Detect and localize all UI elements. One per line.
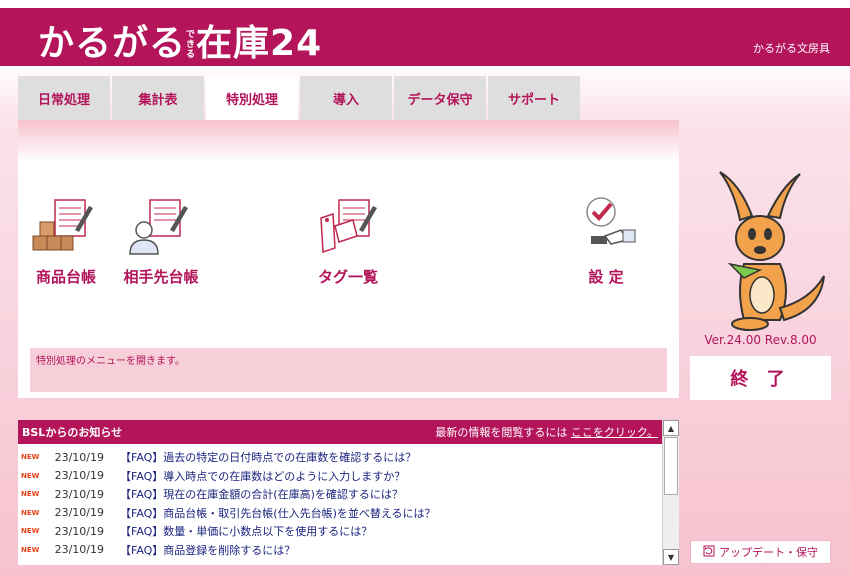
news-header: BSLからのお知らせ 最新の情報を閲覧するには ここをクリック。 [18, 420, 662, 444]
new-badge: NEW [21, 453, 40, 462]
scroll-thumb[interactable] [664, 437, 678, 495]
update-label: アップデート・保守 [719, 546, 818, 559]
news-scrollbar[interactable]: ▲ ▼ [662, 420, 679, 565]
tab-special[interactable]: 特別処理 [206, 76, 298, 120]
news-date: 23/10/19 [54, 524, 104, 538]
update-icon [703, 545, 715, 560]
status-message: 特別処理のメニューを開きます。 [30, 348, 667, 392]
logo-suffix: 在庫24 [196, 23, 323, 64]
menu-settings-label: 設 定 [588, 268, 624, 286]
news-title-link[interactable]: 【FAQ】導入時点での在庫数はどのように入力しますか？ [120, 468, 405, 484]
scroll-down-icon[interactable]: ▼ [663, 549, 679, 565]
news-item[interactable]: NEW 23/10/19 【FAQ】商品登録を削除するには？ [18, 541, 662, 560]
news-note: 最新の情報を閲覧するには ここをクリック。 [435, 424, 658, 440]
news-item[interactable]: NEW 23/10/19 【FAQ】現在の在庫金額の合計(在庫高)を確認するには… [18, 485, 662, 504]
version-label: Ver.24.00 Rev.8.00 [704, 333, 817, 347]
menu-partner-ledger-label: 相手先台帳 [123, 268, 199, 286]
menu-settings[interactable]: 設 定 [566, 196, 646, 287]
news-title-link[interactable]: 【FAQ】数量・単価に小数点以下を使用するには？ [120, 523, 372, 539]
exit-button[interactable]: 終 了 [690, 356, 831, 400]
tab-daily[interactable]: 日常処理 [18, 76, 110, 120]
news-title-link[interactable]: 【FAQ】商品登録を削除するには？ [120, 542, 295, 558]
app-header: かるがるできる在庫24 かるがる文房具 [0, 0, 850, 66]
news-item[interactable]: NEW 23/10/19 【FAQ】過去の特定の日付時点での在庫数を確認するには… [18, 448, 662, 467]
news-date: 23/10/19 [54, 543, 104, 557]
new-badge: NEW [21, 471, 40, 480]
update-maintenance-button[interactable]: アップデート・保守 [690, 540, 831, 564]
company-name: かるがる文房具 [753, 42, 830, 55]
settings-check-icon [571, 196, 641, 256]
news-item[interactable]: NEW 23/10/19 【FAQ】商品台帳・取引先台帳(仕入先台帳)を並べ替え… [18, 504, 662, 523]
main-tabs: 日常処理 集計表 特別処理 導入 データ保守 サポート [18, 76, 582, 120]
tag-ledger-icon [313, 196, 383, 256]
tab-summary[interactable]: 集計表 [112, 76, 204, 120]
tab-support[interactable]: サポート [488, 76, 580, 120]
boxes-ledger-icon [31, 196, 101, 256]
news-item[interactable]: NEW 23/10/19 【FAQ】導入時点での在庫数はどのように入力しますか？ [18, 467, 662, 486]
news-panel: BSLからのお知らせ 最新の情報を閲覧するには ここをクリック。 NEW 23/… [18, 420, 679, 565]
news-title-link[interactable]: 【FAQ】商品台帳・取引先台帳(仕入先台帳)を並べ替えるには？ [120, 505, 436, 521]
news-date: 23/10/19 [54, 506, 104, 520]
news-title: BSLからのお知らせ [22, 426, 123, 439]
menu-tag-list[interactable]: タグ一覧 [308, 196, 388, 287]
special-menu-panel: 商品台帳 相手先台帳 タグ一覧 設 定 特別処理のメニューを開きます。 [18, 120, 679, 398]
news-title-link[interactable]: 【FAQ】過去の特定の日付時点での在庫数を確認するには？ [120, 449, 416, 465]
news-date: 23/10/19 [54, 450, 104, 464]
app-logo: かるがるできる在庫24 [38, 14, 322, 66]
person-ledger-icon [126, 196, 196, 256]
menu-tag-list-label: タグ一覧 [317, 268, 378, 286]
logo-tiny: できる [186, 30, 197, 60]
news-more-link[interactable]: ここをクリック。 [571, 426, 658, 439]
news-note-text: 最新の情報を閲覧するには [435, 426, 568, 439]
news-list: NEW 23/10/19 【FAQ】過去の特定の日付時点での在庫数を確認するには… [18, 444, 662, 559]
news-date: 23/10/19 [54, 487, 104, 501]
tab-setup[interactable]: 導入 [300, 76, 392, 120]
news-title-link[interactable]: 【FAQ】現在の在庫金額の合計(在庫高)を確認するには？ [120, 486, 403, 502]
menu-partner-ledger[interactable]: 相手先台帳 [116, 196, 206, 287]
new-badge: NEW [21, 508, 40, 517]
menu-goods-ledger-label: 商品台帳 [35, 268, 96, 286]
news-date: 23/10/19 [54, 469, 104, 483]
logo-main: かるがる [38, 23, 187, 64]
scroll-up-icon[interactable]: ▲ [663, 420, 679, 436]
tab-data-maintenance[interactable]: データ保守 [394, 76, 486, 120]
kangaroo-mascot [700, 160, 830, 335]
news-item[interactable]: NEW 23/10/19 【FAQ】数量・単価に小数点以下を使用するには？ [18, 522, 662, 541]
new-badge: NEW [21, 545, 40, 554]
new-badge: NEW [21, 490, 40, 499]
menu-goods-ledger[interactable]: 商品台帳 [26, 196, 106, 287]
new-badge: NEW [21, 527, 40, 536]
